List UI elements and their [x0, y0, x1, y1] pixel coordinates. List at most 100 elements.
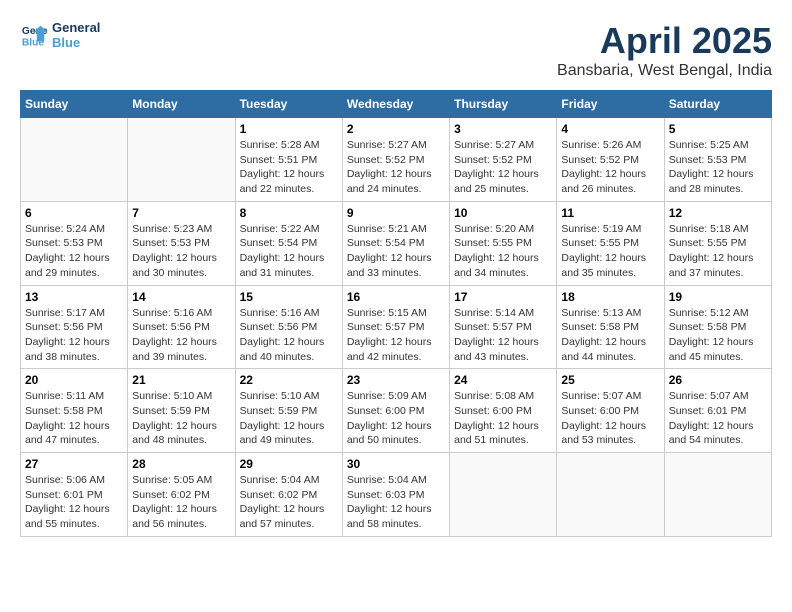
day-number: 1 [240, 122, 338, 136]
calendar-cell: 8 Sunrise: 5:22 AMSunset: 5:54 PMDaylight… [235, 201, 342, 285]
day-number: 14 [132, 290, 230, 304]
calendar-cell: 17 Sunrise: 5:14 AMSunset: 5:57 PMDayligh… [450, 285, 557, 369]
day-info: Sunrise: 5:28 AMSunset: 5:51 PMDaylight:… [240, 138, 338, 197]
day-info: Sunrise: 5:21 AMSunset: 5:54 PMDaylight:… [347, 222, 445, 281]
day-number: 6 [25, 206, 123, 220]
day-info: Sunrise: 5:20 AMSunset: 5:55 PMDaylight:… [454, 222, 552, 281]
weekday-header: Thursday [450, 91, 557, 118]
day-number: 25 [561, 373, 659, 387]
day-number: 3 [454, 122, 552, 136]
calendar-cell: 22Sunrise: 5:10 AMSunset: 5:59 PMDayligh… [235, 369, 342, 453]
calendar-cell: 28 Sunrise: 5:05 AMSunset: 6:02 PMDayligh… [128, 453, 235, 537]
day-number: 16 [347, 290, 445, 304]
day-number: 28 [132, 457, 230, 471]
day-number: 9 [347, 206, 445, 220]
day-info: Sunrise: 5:23 AMSunset: 5:53 PMDaylight:… [132, 222, 230, 281]
day-info: Sunrise: 5:27 AMSunset: 5:52 PMDaylight:… [454, 138, 552, 197]
weekday-header: Sunday [21, 91, 128, 118]
logo-line2: Blue [52, 35, 100, 50]
day-info: Sunrise: 5:18 AMSunset: 5:55 PMDaylight:… [669, 222, 767, 281]
calendar-week-row: 1 Sunrise: 5:28 AMSunset: 5:51 PMDaylight… [21, 118, 772, 202]
day-info: Sunrise: 5:07 AMSunset: 6:00 PMDaylight:… [561, 389, 659, 448]
day-info: Sunrise: 5:14 AMSunset: 5:57 PMDaylight:… [454, 306, 552, 365]
day-info: Sunrise: 5:13 AMSunset: 5:58 PMDaylight:… [561, 306, 659, 365]
logo-icon: General Blue [20, 21, 48, 49]
day-info: Sunrise: 5:25 AMSunset: 5:53 PMDaylight:… [669, 138, 767, 197]
day-info: Sunrise: 5:04 AMSunset: 6:03 PMDaylight:… [347, 473, 445, 532]
day-number: 21 [132, 373, 230, 387]
day-number: 22 [240, 373, 338, 387]
calendar-cell: 30 Sunrise: 5:04 AMSunset: 6:03 PMDayligh… [342, 453, 449, 537]
subtitle: Bansbaria, West Bengal, India [557, 62, 772, 80]
calendar-cell: 5 Sunrise: 5:25 AMSunset: 5:53 PMDaylight… [664, 118, 771, 202]
calendar-cell: 27 Sunrise: 5:06 AMSunset: 6:01 PMDayligh… [21, 453, 128, 537]
weekday-header: Saturday [664, 91, 771, 118]
calendar-week-row: 13 Sunrise: 5:17 AMSunset: 5:56 PMDayligh… [21, 285, 772, 369]
day-number: 15 [240, 290, 338, 304]
day-info: Sunrise: 5:08 AMSunset: 6:00 PMDaylight:… [454, 389, 552, 448]
calendar-cell: 9 Sunrise: 5:21 AMSunset: 5:54 PMDaylight… [342, 201, 449, 285]
calendar-cell: 29Sunrise: 5:04 AMSunset: 6:02 PMDayligh… [235, 453, 342, 537]
day-number: 7 [132, 206, 230, 220]
weekday-header: Wednesday [342, 91, 449, 118]
day-number: 4 [561, 122, 659, 136]
calendar-cell [557, 453, 664, 537]
day-info: Sunrise: 5:10 AMSunset: 5:59 PMDaylight:… [132, 389, 230, 448]
weekday-header: Friday [557, 91, 664, 118]
main-title: April 2025 [557, 20, 772, 62]
calendar-cell: 12 Sunrise: 5:18 AMSunset: 5:55 PMDayligh… [664, 201, 771, 285]
day-number: 23 [347, 373, 445, 387]
calendar-cell: 4 Sunrise: 5:26 AMSunset: 5:52 PMDaylight… [557, 118, 664, 202]
day-info: Sunrise: 5:05 AMSunset: 6:02 PMDaylight:… [132, 473, 230, 532]
calendar-cell: 19Sunrise: 5:12 AMSunset: 5:58 PMDayligh… [664, 285, 771, 369]
calendar-cell: 21 Sunrise: 5:10 AMSunset: 5:59 PMDayligh… [128, 369, 235, 453]
day-info: Sunrise: 5:06 AMSunset: 6:01 PMDaylight:… [25, 473, 123, 532]
calendar-cell: 26 Sunrise: 5:07 AMSunset: 6:01 PMDayligh… [664, 369, 771, 453]
calendar-cell: 24 Sunrise: 5:08 AMSunset: 6:00 PMDayligh… [450, 369, 557, 453]
day-info: Sunrise: 5:19 AMSunset: 5:55 PMDaylight:… [561, 222, 659, 281]
day-info: Sunrise: 5:26 AMSunset: 5:52 PMDaylight:… [561, 138, 659, 197]
calendar-cell: 23 Sunrise: 5:09 AMSunset: 6:00 PMDayligh… [342, 369, 449, 453]
calendar: SundayMondayTuesdayWednesdayThursdayFrid… [20, 90, 772, 537]
day-number: 2 [347, 122, 445, 136]
day-number: 13 [25, 290, 123, 304]
day-number: 24 [454, 373, 552, 387]
day-info: Sunrise: 5:24 AMSunset: 5:53 PMDaylight:… [25, 222, 123, 281]
logo-line1: General [52, 20, 100, 35]
day-info: Sunrise: 5:11 AMSunset: 5:58 PMDaylight:… [25, 389, 123, 448]
calendar-cell [21, 118, 128, 202]
calendar-cell: 15 Sunrise: 5:16 AMSunset: 5:56 PMDayligh… [235, 285, 342, 369]
day-number: 17 [454, 290, 552, 304]
day-info: Sunrise: 5:16 AMSunset: 5:56 PMDaylight:… [240, 306, 338, 365]
day-number: 5 [669, 122, 767, 136]
calendar-week-row: 6 Sunrise: 5:24 AMSunset: 5:53 PMDaylight… [21, 201, 772, 285]
day-info: Sunrise: 5:07 AMSunset: 6:01 PMDaylight:… [669, 389, 767, 448]
calendar-cell: 7 Sunrise: 5:23 AMSunset: 5:53 PMDaylight… [128, 201, 235, 285]
day-number: 18 [561, 290, 659, 304]
day-info: Sunrise: 5:22 AMSunset: 5:54 PMDaylight:… [240, 222, 338, 281]
logo: General Blue General Blue [20, 20, 100, 50]
day-number: 30 [347, 457, 445, 471]
day-info: Sunrise: 5:12 AMSunset: 5:58 PMDaylight:… [669, 306, 767, 365]
header: General Blue General Blue April 2025 Ban… [20, 20, 772, 80]
calendar-cell: 13 Sunrise: 5:17 AMSunset: 5:56 PMDayligh… [21, 285, 128, 369]
day-info: Sunrise: 5:16 AMSunset: 5:56 PMDaylight:… [132, 306, 230, 365]
day-number: 8 [240, 206, 338, 220]
day-number: 26 [669, 373, 767, 387]
calendar-week-row: 27 Sunrise: 5:06 AMSunset: 6:01 PMDayligh… [21, 453, 772, 537]
calendar-cell: 2Sunrise: 5:27 AMSunset: 5:52 PMDaylight… [342, 118, 449, 202]
calendar-cell: 1 Sunrise: 5:28 AMSunset: 5:51 PMDaylight… [235, 118, 342, 202]
calendar-cell: 25 Sunrise: 5:07 AMSunset: 6:00 PMDayligh… [557, 369, 664, 453]
calendar-cell [128, 118, 235, 202]
calendar-cell: 18 Sunrise: 5:13 AMSunset: 5:58 PMDayligh… [557, 285, 664, 369]
day-info: Sunrise: 5:09 AMSunset: 6:00 PMDaylight:… [347, 389, 445, 448]
calendar-cell: 20Sunrise: 5:11 AMSunset: 5:58 PMDayligh… [21, 369, 128, 453]
calendar-cell: 10Sunrise: 5:20 AMSunset: 5:55 PMDayligh… [450, 201, 557, 285]
day-number: 12 [669, 206, 767, 220]
day-number: 27 [25, 457, 123, 471]
calendar-cell: 16Sunrise: 5:15 AMSunset: 5:57 PMDayligh… [342, 285, 449, 369]
weekday-header: Monday [128, 91, 235, 118]
day-info: Sunrise: 5:17 AMSunset: 5:56 PMDaylight:… [25, 306, 123, 365]
calendar-cell [450, 453, 557, 537]
calendar-week-row: 20Sunrise: 5:11 AMSunset: 5:58 PMDayligh… [21, 369, 772, 453]
